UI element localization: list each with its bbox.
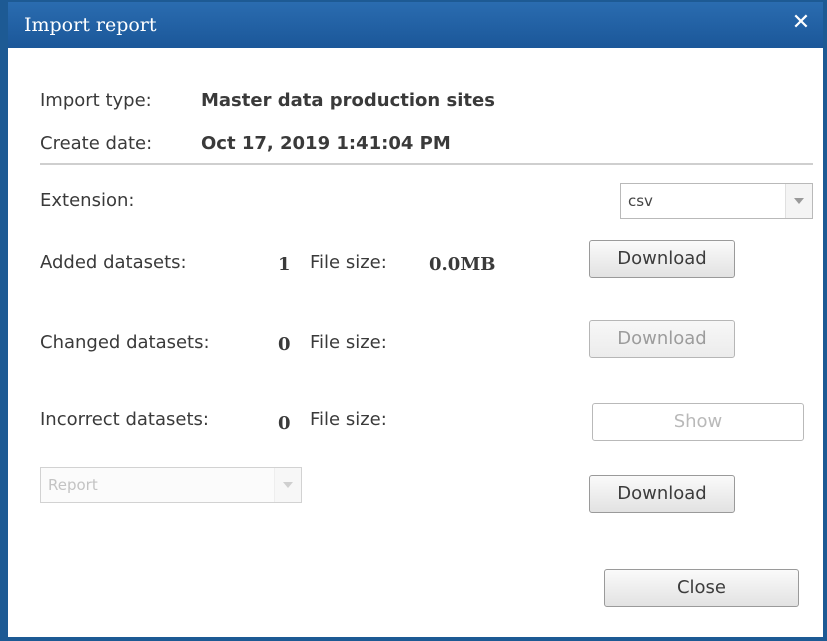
incorrect-datasets-count: 0 xyxy=(278,413,291,434)
extension-dropdown-button[interactable] xyxy=(785,184,812,218)
close-button[interactable]: Close xyxy=(604,569,799,607)
report-select[interactable]: Report xyxy=(40,467,302,503)
changed-download-button[interactable]: Download xyxy=(589,320,735,358)
incorrect-file-size-label: File size: xyxy=(310,409,387,430)
report-dropdown-button[interactable] xyxy=(274,468,301,502)
added-datasets-label: Added datasets: xyxy=(40,252,187,273)
report-download-button[interactable]: Download xyxy=(589,475,735,513)
create-date-value: Oct 17, 2019 1:41:04 PM xyxy=(201,133,451,154)
added-datasets-count: 1 xyxy=(278,254,291,275)
extension-label: Extension: xyxy=(40,190,135,211)
import-type-value: Master data production sites xyxy=(201,90,495,111)
create-date-label: Create date: xyxy=(40,133,153,154)
import-type-label: Import type: xyxy=(40,90,152,111)
added-file-size-label: File size: xyxy=(310,252,387,273)
incorrect-show-button[interactable]: Show xyxy=(592,403,804,441)
divider xyxy=(40,163,813,165)
changed-datasets-count: 0 xyxy=(278,334,291,355)
changed-file-size-label: File size: xyxy=(310,332,387,353)
added-file-size-value: 0.0MB xyxy=(429,254,496,275)
extension-select[interactable]: csv xyxy=(620,183,813,219)
chevron-down-icon xyxy=(283,482,293,488)
changed-datasets-label: Changed datasets: xyxy=(40,332,210,353)
chevron-down-icon xyxy=(794,198,804,204)
extension-select-value: csv xyxy=(628,192,653,210)
import-report-dialog: Import report ✕ Import type: Master data… xyxy=(0,0,827,641)
close-icon[interactable]: ✕ xyxy=(789,11,813,35)
dialog-titlebar: Import report ✕ xyxy=(8,2,823,48)
added-download-button[interactable]: Download xyxy=(589,240,735,278)
report-select-value: Report xyxy=(48,476,98,494)
dialog-title: Import report xyxy=(24,14,157,36)
incorrect-datasets-label: Incorrect datasets: xyxy=(40,409,209,430)
